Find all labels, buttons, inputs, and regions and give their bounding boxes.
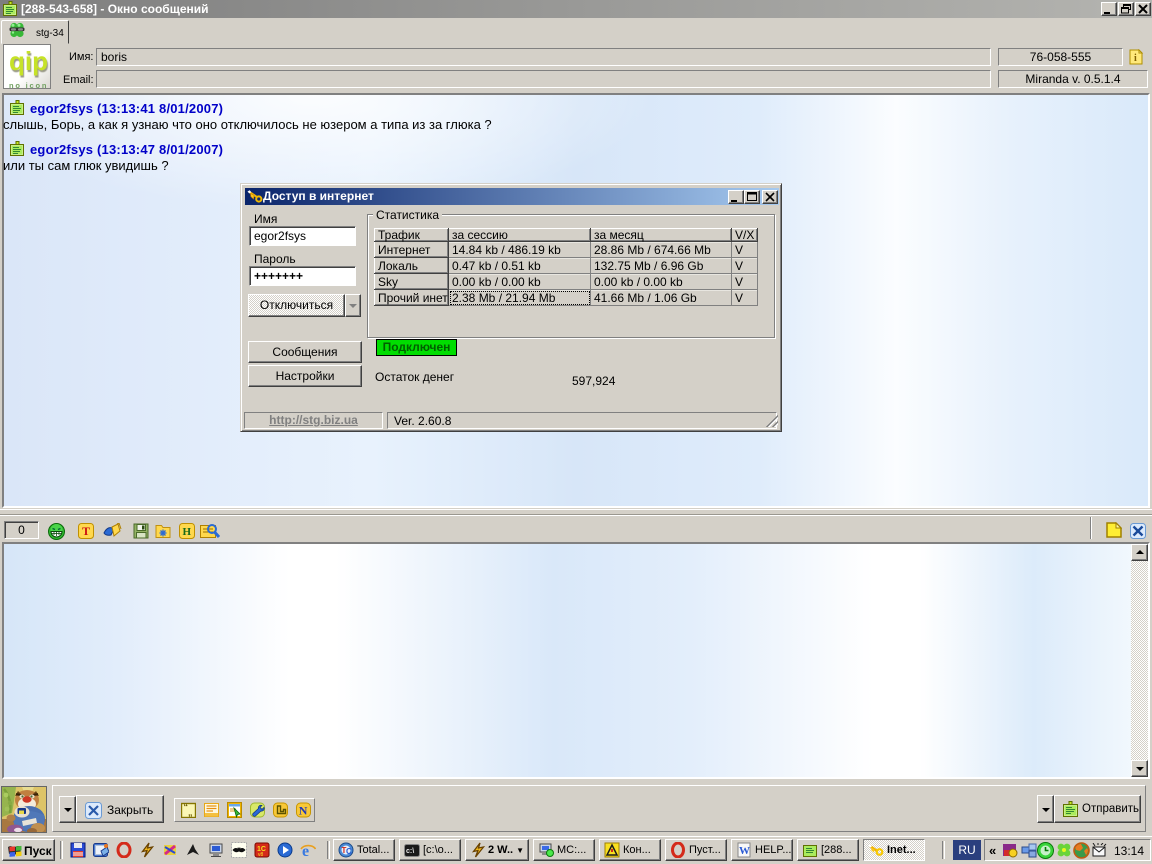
svg-text:N: N <box>299 804 308 818</box>
svg-text:v8: v8 <box>258 852 264 858</box>
svg-text:T: T <box>82 524 90 538</box>
svg-text:C: C <box>346 847 352 856</box>
svg-text:c:\: c:\ <box>406 848 414 855</box>
svg-text:i: i <box>1134 53 1137 64</box>
svg-text:W: W <box>739 845 750 857</box>
svg-text:H: H <box>183 526 192 538</box>
svg-text:„: „ <box>188 808 193 818</box>
